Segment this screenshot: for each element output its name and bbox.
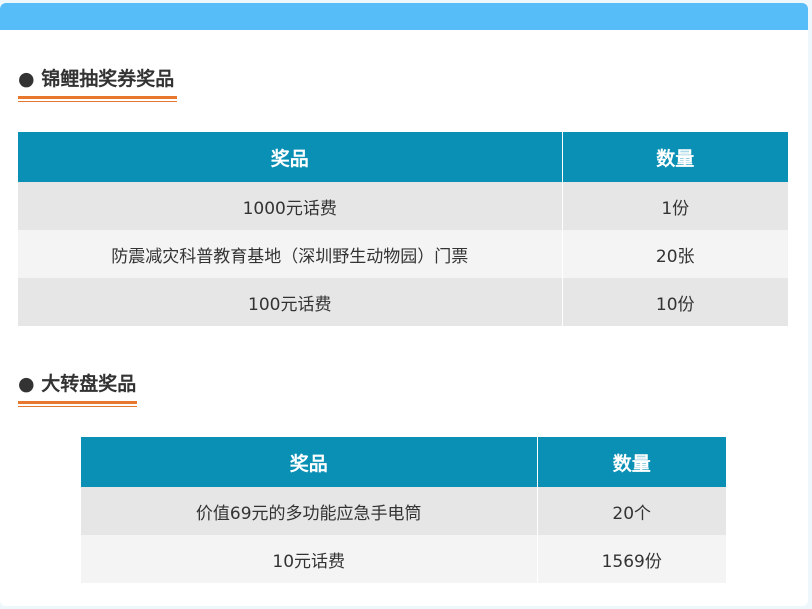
header-quantity: 数量 [537, 437, 726, 487]
table-row: 防震减灾科普教育基地（深圳野生动物园）门票 20张 [18, 230, 788, 278]
koi-title-underline [18, 96, 177, 99]
header-quantity: 数量 [562, 132, 788, 182]
header-prize: 奖品 [81, 437, 538, 487]
table-header-row: 奖品 数量 [18, 132, 788, 182]
table-row: 价值69元的多功能应急手电筒 20个 [81, 487, 726, 535]
top-color-bar [0, 3, 808, 30]
table-row: 100元话费 10份 [18, 278, 788, 326]
table-row: 1000元话费 1份 [18, 182, 788, 230]
koi-prize-table: 奖品 数量 1000元话费 1份 防震减灾科普教育基地（深圳野生动物园）门票 2… [18, 132, 788, 326]
koi-title-underline-thin [18, 101, 177, 102]
quantity-cell: 1569份 [537, 535, 726, 583]
quantity-cell: 20张 [562, 230, 788, 278]
prize-cell: 防震减灾科普教育基地（深圳野生动物园）门票 [18, 230, 563, 278]
prize-cell: 10元话费 [81, 535, 538, 583]
wheel-prize-table: 奖品 数量 价值69元的多功能应急手电筒 20个 10元话费 1569份 [81, 437, 726, 583]
quantity-cell: 10份 [562, 278, 788, 326]
koi-section-title: ● 锦鲤抽奖券奖品 [18, 68, 175, 90]
quantity-cell: 20个 [537, 487, 726, 535]
koi-section-header: ● 锦鲤抽奖券奖品 [18, 66, 177, 102]
table-row: 10元话费 1569份 [81, 535, 726, 583]
prize-cell: 价值69元的多功能应急手电筒 [81, 487, 538, 535]
wheel-section-title: ● 大转盘奖品 [18, 373, 137, 395]
wheel-section-header: ● 大转盘奖品 [18, 371, 137, 407]
wheel-title-underline [18, 401, 137, 404]
header-prize: 奖品 [18, 132, 563, 182]
quantity-cell: 1份 [562, 182, 788, 230]
prize-cell: 100元话费 [18, 278, 563, 326]
wheel-title-underline-thin [18, 406, 137, 407]
table-header-row: 奖品 数量 [81, 437, 726, 487]
prize-cell: 1000元话费 [18, 182, 563, 230]
prize-card: ● 锦鲤抽奖券奖品 奖品 数量 1000元话费 1份 防震减灾科普教育基地（深圳… [0, 3, 808, 606]
